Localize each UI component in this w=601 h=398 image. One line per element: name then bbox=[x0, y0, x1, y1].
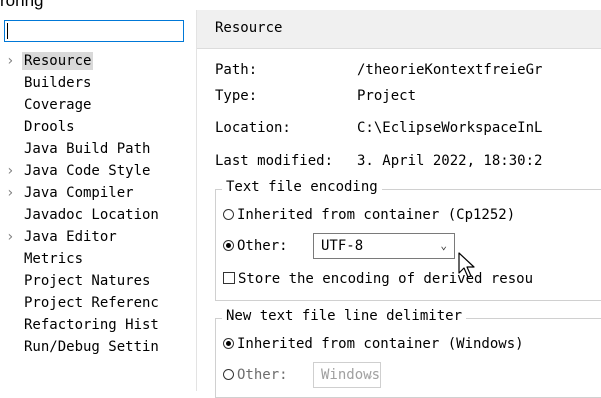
tree-item-label: Javadoc Location bbox=[24, 207, 159, 223]
type-value: Project bbox=[357, 88, 417, 104]
last-modified-row: Last modified: 3. April 2022, 18:30:2 bbox=[215, 153, 542, 169]
path-value: /theorieKontextfreieGr bbox=[357, 62, 543, 78]
delimiter-group bbox=[215, 318, 601, 398]
tree-item-label: Coverage bbox=[24, 97, 92, 113]
filter-input[interactable] bbox=[4, 20, 184, 42]
encoding-other-radio[interactable]: Other: bbox=[223, 238, 288, 254]
tree-item-label: Java Compiler bbox=[24, 185, 134, 201]
type-label: Type: bbox=[215, 88, 258, 104]
encoding-other-label: Other: bbox=[237, 238, 288, 254]
delimiter-other-label: Other: bbox=[237, 367, 288, 383]
tree-item[interactable]: Drools bbox=[0, 116, 192, 138]
tree-item-label: Java Build Path bbox=[24, 141, 151, 157]
tree-item[interactable]: Metrics bbox=[0, 248, 192, 270]
tree-item[interactable]: Builders bbox=[0, 72, 192, 94]
delimiter-other-radio[interactable]: Other: bbox=[223, 367, 288, 383]
chevron-down-icon: ⌄ bbox=[366, 368, 373, 381]
tree-item[interactable]: › Java Compiler bbox=[0, 182, 192, 204]
tree-item-label: Drools bbox=[24, 119, 75, 135]
location-value: C:\EclipseWorkspaceInL bbox=[357, 120, 543, 136]
properties-tree: › Resource Builders Coverage Drools Java Buil… bbox=[0, 50, 192, 358]
path-label: Path: bbox=[215, 62, 258, 78]
page-header: Resource bbox=[197, 10, 601, 49]
encoding-select[interactable]: UTF-8 ⌄ bbox=[313, 233, 455, 259]
encoding-select-value: UTF-8 bbox=[321, 238, 364, 254]
window-title-fragment: ronng bbox=[0, 0, 44, 10]
location-label: Location: bbox=[215, 120, 291, 136]
location-row: Location: C:\EclipseWorkspaceInL bbox=[215, 120, 542, 136]
encoding-inherited-label: Inherited from container (Cp1252) bbox=[237, 207, 516, 223]
tree-item-label: Java Editor bbox=[24, 229, 117, 245]
delimiter-select[interactable]: Windows ⌄ bbox=[313, 362, 381, 388]
tree-item-label: Run/Debug Settin bbox=[24, 339, 159, 355]
last-modified-label: Last modified: bbox=[215, 153, 334, 169]
tree-item-label: Builders bbox=[24, 75, 92, 91]
tree-item[interactable]: Run/Debug Settin bbox=[0, 336, 192, 358]
tree-item-label: Metrics bbox=[24, 251, 84, 267]
tree-item[interactable]: › Resource bbox=[0, 50, 192, 72]
text-caret bbox=[7, 23, 8, 39]
chevron-right-icon[interactable]: › bbox=[6, 182, 14, 204]
tree-item[interactable]: Project Referenc bbox=[0, 292, 192, 314]
panel-splitter[interactable] bbox=[196, 10, 197, 391]
chevron-right-icon[interactable]: › bbox=[6, 160, 14, 182]
tree-item[interactable]: Project Natures bbox=[0, 270, 192, 292]
chevron-down-icon: ⌄ bbox=[440, 239, 447, 252]
store-derived-checkbox[interactable]: Store the encoding of derived resou bbox=[223, 271, 533, 287]
tree-item-label: Project Natures bbox=[24, 273, 151, 289]
checkbox-icon bbox=[223, 272, 235, 284]
radio-selected-icon bbox=[223, 338, 234, 349]
mouse-pointer-icon bbox=[458, 252, 475, 278]
store-derived-label: Store the encoding of derived resou bbox=[238, 271, 534, 287]
delimiter-inherited-radio[interactable]: Inherited from container (Windows) bbox=[223, 336, 524, 352]
radio-selected-icon bbox=[223, 240, 234, 251]
tree-item-label: Java Code Style bbox=[24, 163, 151, 179]
tree-item[interactable]: Refactoring Hist bbox=[0, 314, 192, 336]
tree-item[interactable]: Javadoc Location bbox=[0, 204, 192, 226]
tree-item[interactable]: › Java Code Style bbox=[0, 160, 192, 182]
path-row: Path: /theorieKontextfreieGr bbox=[215, 62, 542, 78]
tree-item[interactable]: Java Build Path bbox=[0, 138, 192, 160]
tree-item-label: Resource bbox=[22, 52, 94, 70]
radio-icon bbox=[223, 369, 234, 380]
encoding-group-legend: Text file encoding bbox=[222, 179, 382, 195]
chevron-right-icon[interactable]: › bbox=[6, 226, 14, 248]
tree-item-label: Refactoring Hist bbox=[24, 317, 159, 333]
tree-item[interactable]: › Java Editor bbox=[0, 226, 192, 248]
last-modified-value: 3. April 2022, 18:30:2 bbox=[357, 153, 543, 169]
delimiter-inherited-label: Inherited from container (Windows) bbox=[237, 336, 524, 352]
delimiter-group-legend: New text file line delimiter bbox=[222, 308, 467, 324]
chevron-right-icon[interactable]: › bbox=[6, 50, 14, 72]
type-row: Type: Project bbox=[215, 88, 416, 104]
tree-item[interactable]: Coverage bbox=[0, 94, 192, 116]
encoding-inherited-radio[interactable]: Inherited from container (Cp1252) bbox=[223, 207, 515, 223]
tree-item-label: Project Referenc bbox=[24, 295, 159, 311]
page-title: Resource bbox=[215, 20, 283, 36]
radio-icon bbox=[223, 209, 234, 220]
